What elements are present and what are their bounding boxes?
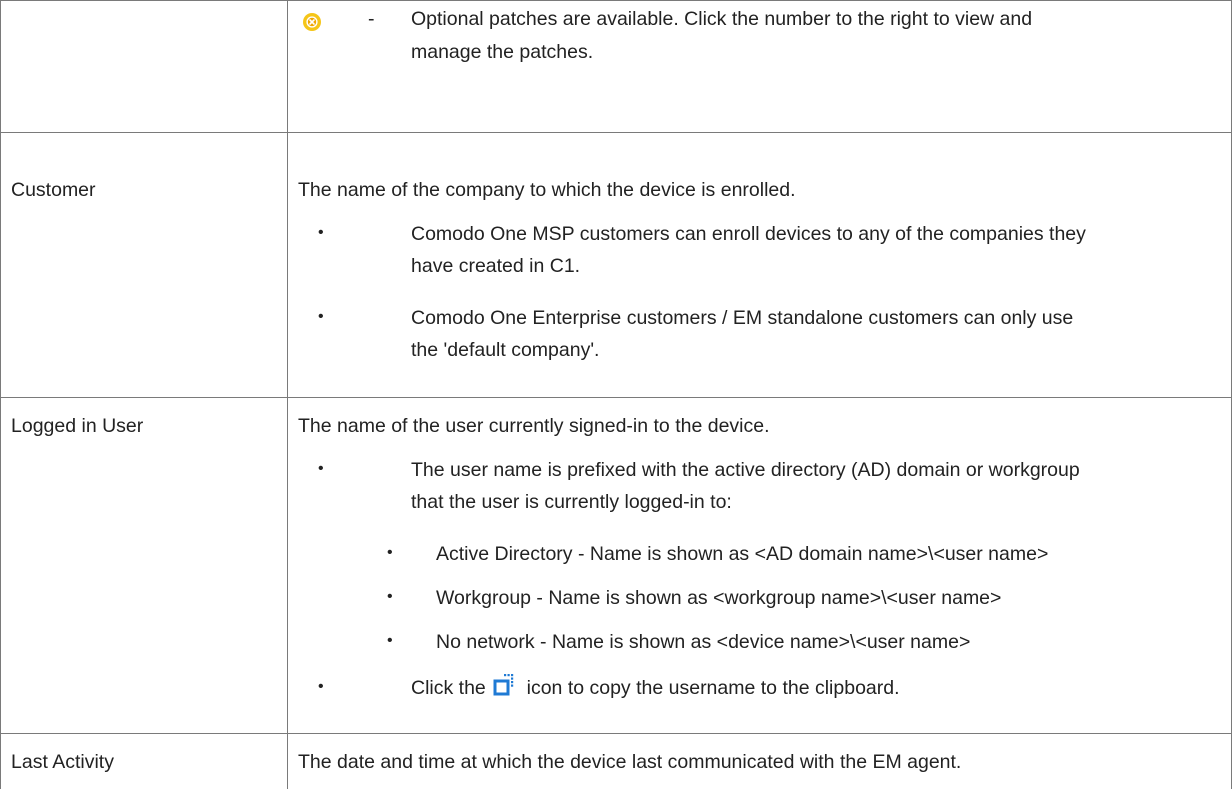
legend-dash: -: [368, 8, 375, 30]
sub-bullet-text: Active Directory - Name is shown as <AD …: [436, 543, 1049, 565]
copy-instruction-before: Click the: [411, 677, 486, 699]
bullet-text: The user name is prefixed with the activ…: [411, 459, 1080, 481]
copy-instruction-after: icon to copy the username to the clipboa…: [526, 677, 900, 699]
sub-bullet: •: [387, 544, 393, 561]
status-description-line: manage the patches.: [411, 41, 594, 63]
bullet-text: have created in C1.: [411, 255, 581, 277]
bullet-text: the 'default company'.: [411, 339, 600, 361]
row-label-logged-in-user: Logged in User: [11, 415, 144, 437]
sub-bullet-text: Workgroup - Name is shown as <workgroup …: [436, 587, 1002, 609]
bullet: •: [318, 224, 324, 241]
bullet: •: [318, 308, 324, 325]
row-description: The name of the user currently signed-in…: [298, 415, 770, 437]
description-table: - Optional patches are available. Click …: [0, 0, 1232, 789]
bullet-text: Comodo One Enterprise customers / EM sta…: [411, 307, 1074, 329]
row-description: The name of the company to which the dev…: [298, 179, 796, 201]
copy-icon: [493, 674, 514, 696]
row-divider: [0, 397, 1232, 398]
row-divider: [0, 132, 1232, 133]
bullet: •: [318, 678, 324, 695]
bullet: •: [318, 460, 324, 477]
yellow-cross-circle-icon: [303, 13, 321, 31]
bullet-text: Comodo One MSP customers can enroll devi…: [411, 223, 1086, 245]
sub-bullet: •: [387, 588, 393, 605]
sub-bullet-text: No network - Name is shown as <device na…: [436, 631, 971, 653]
row-label-customer: Customer: [11, 179, 96, 201]
copy-instruction: Click the icon to copy the username to t…: [411, 672, 900, 704]
bullet-text: that the user is currently logged-in to:: [411, 491, 732, 513]
table-border-left: [0, 0, 1, 789]
row-description: The date and time at which the device la…: [298, 751, 962, 773]
table-border-top: [0, 0, 1232, 1]
table-column-divider: [287, 0, 288, 789]
row-label-last-activity: Last Activity: [11, 751, 114, 773]
status-description-line: Optional patches are available. Click th…: [411, 8, 1033, 30]
row-divider: [0, 733, 1232, 734]
sub-bullet: •: [387, 632, 393, 649]
